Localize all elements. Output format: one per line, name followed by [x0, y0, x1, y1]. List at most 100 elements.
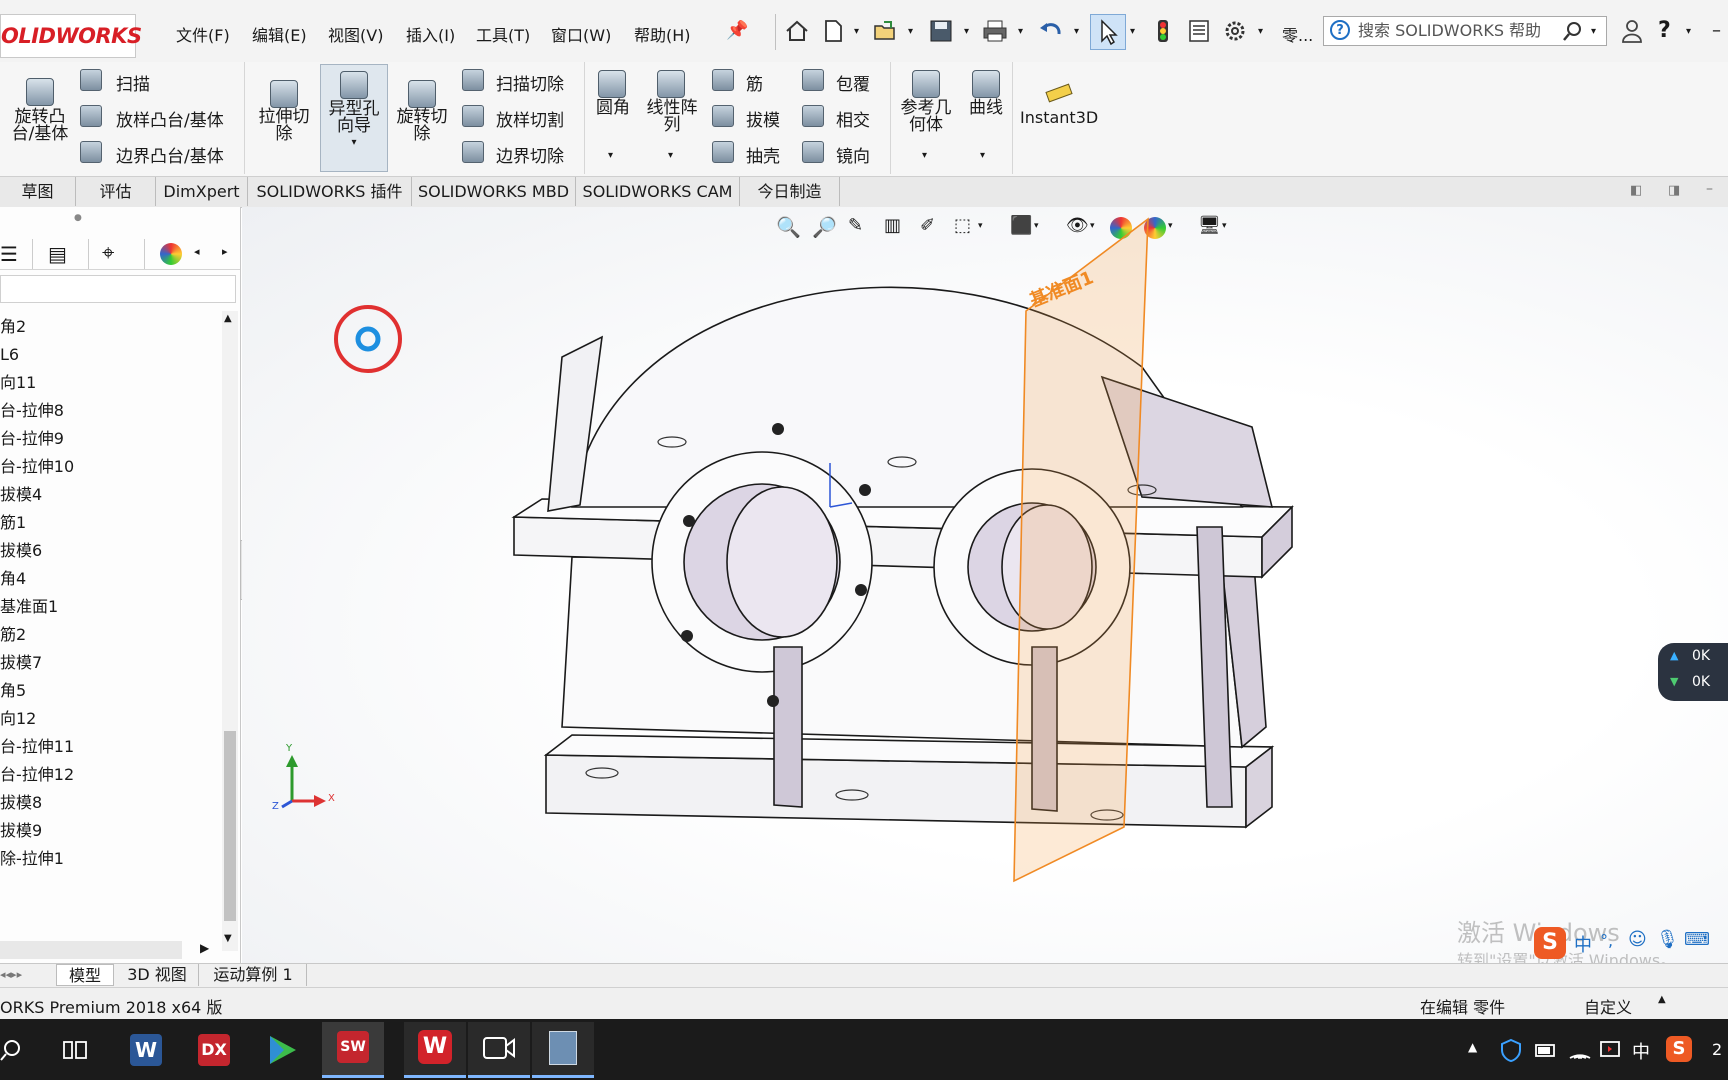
feature-tree-item[interactable]: 基准面1: [0, 593, 58, 621]
chevron-down-icon[interactable]: ▾: [964, 26, 969, 37]
feature-tree-item[interactable]: 拔模7: [0, 649, 42, 677]
solidworks-taskbar-button[interactable]: SW: [322, 1022, 384, 1078]
chevron-down-icon[interactable]: ▾: [1018, 26, 1023, 37]
chevron-down-icon[interactable]: ▾: [1130, 26, 1135, 37]
save-icon[interactable]: [928, 18, 954, 44]
sogou-tray-icon[interactable]: S: [1666, 1036, 1692, 1062]
chevron-down-icon[interactable]: ▾: [1074, 26, 1079, 37]
menu-tools[interactable]: 工具(T): [476, 22, 530, 46]
chevron-down-icon[interactable]: ▾: [980, 150, 985, 161]
graphics-viewport[interactable]: 🔍 🔎 ✎ ▥ ✐ ⬚ ▾ ⬛ ▾ 👁 ▾ ▾ 🖥 ▾ 基准面1 Y X Z ▲…: [242, 207, 1728, 967]
wifi-icon[interactable]: [1568, 1038, 1592, 1062]
curves-button[interactable]: 曲线: [962, 100, 1010, 117]
tab-model[interactable]: 模型: [56, 964, 114, 986]
menu-window[interactable]: 窗口(W): [551, 22, 611, 46]
print-icon[interactable]: [982, 18, 1008, 44]
extruded-cut-button[interactable]: 拉伸切除: [254, 109, 314, 143]
undo-icon[interactable]: [1038, 18, 1064, 44]
open-folder-icon[interactable]: [872, 18, 898, 44]
recorder-taskbar-button[interactable]: [468, 1022, 530, 1078]
media-player-icon[interactable]: [264, 1032, 300, 1068]
menu-file[interactable]: 文件(F): [176, 22, 230, 46]
ime-voice-icon[interactable]: 🎙: [1656, 929, 1679, 950]
tab-solidworks-cam[interactable]: SOLIDWORKS CAM: [576, 177, 740, 206]
feature-tree-item[interactable]: 除-拉伸1: [0, 845, 64, 873]
chevron-down-icon[interactable]: ▾: [608, 150, 613, 161]
solidworks-logo[interactable]: OLIDWORKS: [0, 14, 142, 58]
tab-evaluate[interactable]: 评估: [76, 177, 156, 206]
tab-dimxpert[interactable]: DimXpert: [156, 177, 248, 206]
clock-text[interactable]: 2: [1712, 1040, 1722, 1059]
panel-grip-icon[interactable]: ●: [74, 213, 82, 223]
feature-tree-item[interactable]: L6: [0, 341, 19, 369]
panel-left-icon[interactable]: ◧: [1630, 183, 1642, 198]
units-menu-arrow-icon[interactable]: ▲: [1658, 994, 1666, 1005]
shell-button[interactable]: 抽壳: [746, 142, 780, 167]
reference-geometry-button[interactable]: 参考几何体: [894, 100, 958, 134]
display-manager-icon[interactable]: [160, 243, 182, 265]
tab-solidworks-addins[interactable]: SOLIDWORKS 插件: [248, 177, 412, 206]
chevron-down-icon[interactable]: ▾: [854, 26, 859, 37]
network-speed-widget[interactable]: ▲ 0K ▼ 0K: [1658, 643, 1728, 701]
tab-sketch[interactable]: 草图: [0, 177, 76, 206]
chevron-down-icon[interactable]: ▾: [321, 137, 387, 148]
feature-tree-item[interactable]: 拔模8: [0, 789, 42, 817]
chevron-down-icon[interactable]: ▾: [1591, 26, 1596, 37]
new-document-icon[interactable]: [820, 18, 846, 44]
volume-icon[interactable]: [1598, 1038, 1622, 1062]
panel-right-icon[interactable]: ◨: [1668, 183, 1680, 198]
chevron-down-icon[interactable]: ▾: [922, 150, 927, 161]
minimize-button[interactable]: –: [1712, 20, 1721, 41]
sogou-ime-icon[interactable]: S: [1534, 927, 1566, 959]
battery-icon[interactable]: [1534, 1040, 1558, 1060]
feature-tree-item[interactable]: 台-拉伸11: [0, 733, 74, 761]
scroll-down-icon[interactable]: ▼: [224, 933, 232, 944]
feature-tree-item[interactable]: 向11: [0, 369, 36, 397]
revolve-boss-button[interactable]: 旋转凸台/基体: [6, 109, 74, 143]
feature-tree-item[interactable]: 角4: [0, 565, 26, 593]
tree-scrollbar[interactable]: ▲ ▼: [222, 311, 238, 951]
property-manager-tab-icon[interactable]: ▤: [48, 242, 67, 266]
word-app-icon[interactable]: W: [130, 1034, 162, 1066]
chevron-down-icon[interactable]: ▾: [908, 26, 913, 37]
tree-filter-input[interactable]: [0, 275, 236, 303]
boundary-boss-button[interactable]: 边界凸台/基体: [116, 142, 224, 167]
home-icon[interactable]: [784, 18, 810, 44]
task-view-icon[interactable]: [62, 1038, 88, 1062]
scroll-right-icon[interactable]: ▶: [200, 941, 209, 955]
minimize-ribbon-icon[interactable]: –: [1706, 181, 1713, 197]
tab-scroll-left-icon[interactable]: ◂: [194, 245, 200, 258]
swept-cut-button[interactable]: 扫描切除: [496, 70, 564, 95]
feature-tree-item[interactable]: 筋2: [0, 621, 26, 649]
dx-app-icon[interactable]: DX: [198, 1034, 230, 1066]
menu-view[interactable]: 视图(V): [328, 22, 383, 46]
sweep-button[interactable]: 扫描: [116, 70, 150, 95]
feature-tree-item[interactable]: 台-拉伸8: [0, 397, 64, 425]
wrap-button[interactable]: 包覆: [836, 70, 870, 95]
search-icon[interactable]: [0, 1038, 24, 1062]
ime-mode[interactable]: 中: [1574, 931, 1592, 957]
scroll-up-icon[interactable]: ▲: [224, 313, 232, 324]
gearbox-housing-model[interactable]: [242, 207, 1728, 967]
menu-help[interactable]: 帮助(H): [634, 22, 691, 46]
tray-overflow-icon[interactable]: ▲: [1468, 1040, 1477, 1054]
feature-tree-tab-icon[interactable]: ☰: [0, 242, 18, 266]
wps-taskbar-button[interactable]: W: [404, 1022, 466, 1078]
tray-ime-mode[interactable]: 中: [1632, 1038, 1650, 1064]
pin-icon[interactable]: 📌: [726, 20, 748, 41]
fillet-button[interactable]: 圆角: [588, 100, 638, 117]
tab-3d-view[interactable]: 3D 视图: [116, 964, 199, 986]
linear-pattern-button[interactable]: 线性阵列: [640, 100, 704, 134]
boundary-cut-button[interactable]: 边界切除: [496, 142, 564, 167]
mirror-button[interactable]: 镜向: [836, 142, 870, 167]
ime-punctuation-icon[interactable]: °,: [1600, 931, 1613, 950]
units-custom-status[interactable]: 自定义: [1584, 994, 1632, 1018]
search-icon[interactable]: [1562, 20, 1584, 42]
rebuild-traffic-light-icon[interactable]: [1150, 18, 1176, 44]
scrollbar-thumb[interactable]: [224, 731, 236, 921]
menu-insert[interactable]: 插入(I): [406, 22, 455, 46]
configuration-manager-crosshair-icon[interactable]: ⌖: [102, 241, 114, 266]
select-button[interactable]: [1090, 14, 1126, 50]
chevron-down-icon[interactable]: ▾: [668, 150, 673, 161]
rib-button[interactable]: 筋: [746, 70, 763, 95]
